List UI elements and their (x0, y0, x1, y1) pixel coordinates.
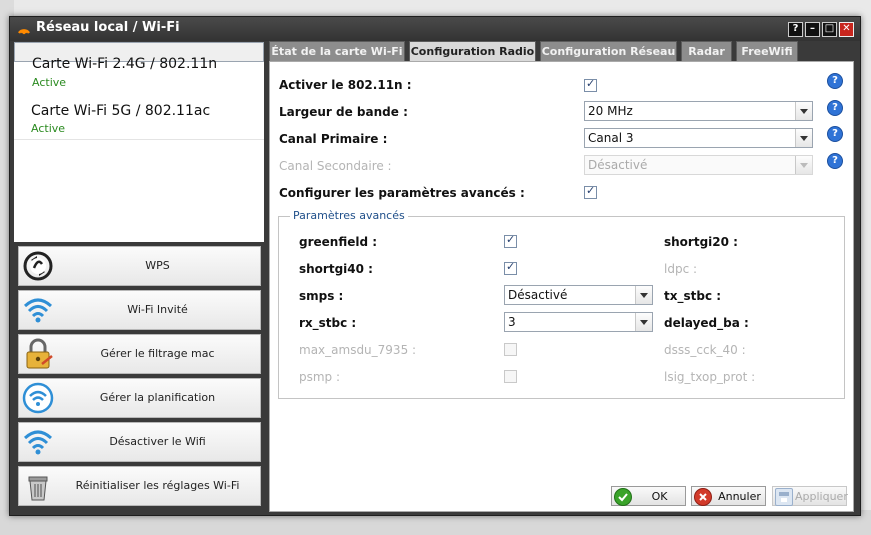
help-icon[interactable]: ? (827, 153, 843, 169)
reset-wifi-label: Réinitialiser les réglages Wi-Fi (75, 479, 240, 492)
mac-filter-button[interactable]: Gérer le filtrage mac (18, 334, 261, 374)
wifi-card-title: Carte Wi-Fi 2.4G / 802.11n (32, 56, 218, 72)
wifi-card-list: Carte Wi-Fi 2.4G / 802.11n Active Carte … (14, 42, 264, 242)
max-amsdu-label: max_amsdu_7935 : (299, 343, 417, 357)
cancel-button[interactable]: Annuler (691, 486, 766, 506)
wifi-guest-icon (23, 298, 53, 323)
chevron-down-icon (795, 129, 812, 147)
psmp-label: psmp : (299, 370, 341, 384)
rx-stbc-select[interactable]: 3 (504, 312, 653, 332)
enable-80211n-label: Activer le 802.11n : (279, 78, 412, 92)
maximize-button[interactable]: □ (822, 22, 837, 37)
secondary-channel-value: Désactivé (588, 158, 648, 172)
tab-etat-carte[interactable]: État de la carte Wi-Fi (269, 41, 405, 61)
tx-stbc-label: tx_stbc : (664, 289, 722, 303)
bandwidth-value: 20 MHz (588, 104, 633, 118)
smps-select[interactable]: Désactivé (504, 285, 653, 305)
chevron-down-icon (795, 102, 812, 120)
schedule-button[interactable]: Gérer la planification (18, 378, 261, 418)
wifi-card-title: Carte Wi-Fi 5G / 802.11ac (31, 103, 211, 119)
rx-stbc-label: rx_stbc : (299, 316, 357, 330)
wifi-card-5g[interactable]: Carte Wi-Fi 5G / 802.11ac Active (14, 91, 264, 140)
ok-label: OK (651, 490, 668, 503)
reset-wifi-button[interactable]: Réinitialiser les réglages Wi-Fi (18, 466, 261, 506)
apply-button: Appliquer (772, 486, 848, 506)
max-amsdu-checkbox (504, 343, 517, 356)
greenfield-checkbox[interactable]: ✓ (504, 233, 517, 248)
app-logo-icon (18, 29, 30, 35)
wps-label: WPS (145, 259, 170, 272)
tab-configuration-reseau[interactable]: Configuration Réseau (540, 41, 677, 61)
bandwidth-select[interactable]: 20 MHz (584, 101, 813, 121)
chevron-down-icon (795, 156, 812, 174)
tab-freewifi[interactable]: FreeWifi (736, 41, 798, 61)
wifi-card-status: Active (31, 122, 66, 135)
ok-button[interactable]: OK (611, 486, 686, 506)
rx-stbc-value: 3 (508, 315, 516, 329)
minimize-button[interactable]: – (805, 22, 820, 37)
save-icon (775, 488, 793, 506)
secondary-channel-select: Désactivé (584, 155, 813, 175)
disable-wifi-button[interactable]: Désactiver le Wifi (18, 422, 261, 462)
ldpc-label: ldpc : (664, 262, 698, 276)
help-icon[interactable]: ? (827, 126, 843, 142)
shortgi20-label: shortgi20 : (664, 235, 738, 249)
lsig-txop-label: lsig_txop_prot : (664, 370, 756, 384)
dsss-cck-label: dsss_cck_40 : (664, 343, 746, 357)
tab-radar[interactable]: Radar (681, 41, 732, 61)
wifi-card-status: Active (32, 76, 67, 89)
trash-icon (28, 476, 48, 501)
help-icon[interactable]: ? (827, 73, 843, 89)
secondary-channel-label: Canal Secondaire : (279, 159, 392, 173)
advanced-settings-label: Configurer les paramètres avancés : (279, 186, 525, 200)
schedule-label: Gérer la planification (99, 391, 216, 404)
mac-filter-label: Gérer le filtrage mac (100, 347, 215, 360)
shortgi40-label: shortgi40 : (299, 262, 373, 276)
smps-label: smps : (299, 289, 344, 303)
window-title: Réseau local / Wi-Fi (36, 20, 180, 35)
smps-value: Désactivé (508, 288, 568, 302)
advanced-legend: Paramètres avancés (290, 209, 408, 222)
chevron-down-icon (635, 313, 652, 331)
primary-channel-select[interactable]: Canal 3 (584, 128, 813, 148)
help-title-button[interactable]: ? (788, 22, 803, 37)
chevron-down-icon (635, 286, 652, 304)
wifi-guest-button[interactable]: Wi-Fi Invité (18, 290, 261, 330)
wifi-card-2g[interactable]: Carte Wi-Fi 2.4G / 802.11n Active (14, 42, 264, 89)
lock-icon (26, 338, 53, 369)
bandwidth-label: Largeur de bande : (279, 105, 408, 119)
title-bar[interactable]: Réseau local / Wi-Fi ? – □ ✕ (10, 17, 860, 41)
wps-icon (23, 251, 53, 281)
wifi-icon (23, 430, 53, 455)
help-icon[interactable]: ? (827, 100, 843, 116)
shortgi40-checkbox[interactable]: ✓ (504, 260, 517, 275)
cancel-label: Annuler (718, 490, 761, 503)
tab-configuration-radio[interactable]: Configuration Radio (409, 41, 536, 61)
check-icon (614, 488, 632, 506)
delayed-ba-label: delayed_ba : (664, 316, 749, 330)
greenfield-label: greenfield : (299, 235, 378, 249)
wifi-schedule-icon (22, 382, 54, 414)
cancel-icon (694, 488, 712, 506)
primary-channel-label: Canal Primaire : (279, 132, 388, 146)
apply-label: Appliquer (795, 490, 848, 503)
disable-wifi-label: Désactiver le Wifi (109, 435, 206, 448)
primary-channel-value: Canal 3 (588, 131, 634, 145)
wifi-guest-label: Wi-Fi Invité (127, 303, 188, 316)
advanced-settings-checkbox[interactable]: ✓ (584, 184, 597, 199)
psmp-checkbox (504, 370, 517, 383)
enable-80211n-checkbox[interactable]: ✓ (584, 77, 597, 92)
close-button[interactable]: ✕ (839, 22, 854, 37)
wps-button[interactable]: WPS (18, 246, 261, 286)
